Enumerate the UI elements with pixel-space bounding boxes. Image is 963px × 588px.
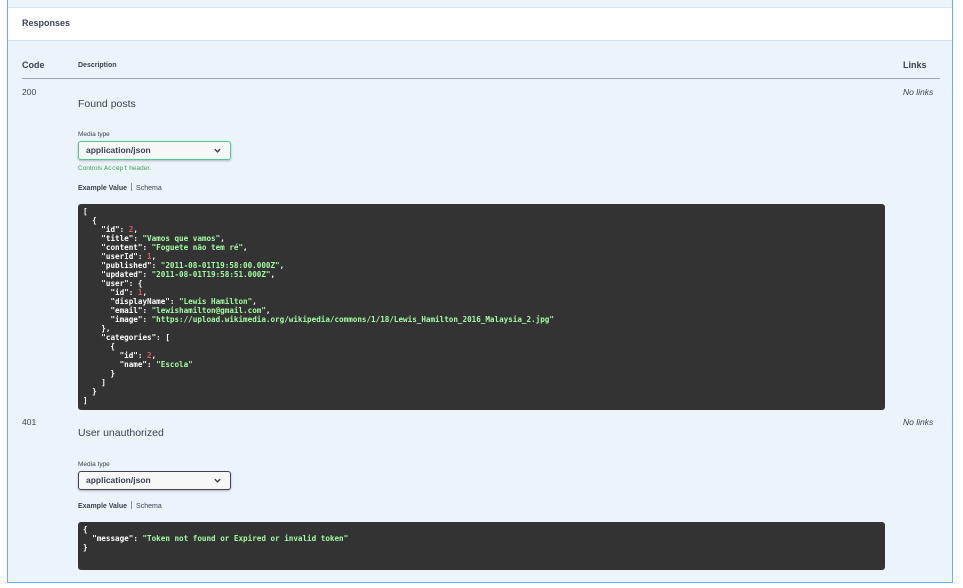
media-type-label: Media type	[78, 131, 110, 138]
media-type-label: Media type	[78, 461, 110, 468]
media-type-select[interactable]: application/json	[78, 141, 231, 160]
example-value-code-block[interactable]: { "message": "Token not found or Expired…	[78, 522, 885, 570]
controls-accept-note: Controls Accept header.	[78, 164, 151, 172]
example-value-code-block[interactable]: [ { "id": 2, "title": "Vamos que vamos",…	[78, 204, 885, 410]
media-type-value: application/json	[86, 145, 151, 155]
tab-schema[interactable]: Schema	[136, 503, 162, 510]
response-description: Found posts	[78, 98, 136, 110]
example-tabs: Example Value Schema	[78, 183, 162, 192]
tab-divider	[131, 501, 133, 509]
response-code: 200	[22, 87, 37, 97]
column-header-code: Code	[22, 60, 45, 70]
controls-code: Accept	[104, 164, 128, 172]
responses-panel: Responses Code Description Links 200 No …	[7, 0, 953, 583]
response-links: No links	[903, 87, 934, 97]
response-links: No links	[903, 417, 934, 427]
media-type-select[interactable]: application/json	[78, 471, 231, 490]
chevron-down-icon	[214, 478, 221, 483]
example-json: { "message": "Token not found or Expired…	[83, 525, 349, 552]
tab-example-value[interactable]: Example Value	[78, 503, 127, 510]
tab-schema[interactable]: Schema	[136, 185, 162, 192]
media-type-value: application/json	[86, 475, 151, 485]
example-json: [ { "id": 2, "title": "Vamos que vamos",…	[83, 207, 554, 405]
table-header-divider	[22, 78, 940, 79]
section-title: Responses	[22, 18, 71, 28]
response-description: User unauthorized	[78, 427, 164, 439]
column-header-description: Description	[78, 62, 117, 69]
chevron-down-icon	[214, 148, 221, 153]
response-code: 401	[22, 417, 37, 427]
tab-divider	[131, 183, 133, 191]
example-tabs: Example Value Schema	[78, 501, 162, 510]
controls-suffix: header.	[127, 165, 151, 172]
responses-section-header: Responses	[8, 7, 952, 41]
column-header-links: Links	[903, 60, 927, 70]
controls-prefix: Controls	[78, 165, 105, 172]
tab-example-value[interactable]: Example Value	[78, 185, 127, 192]
